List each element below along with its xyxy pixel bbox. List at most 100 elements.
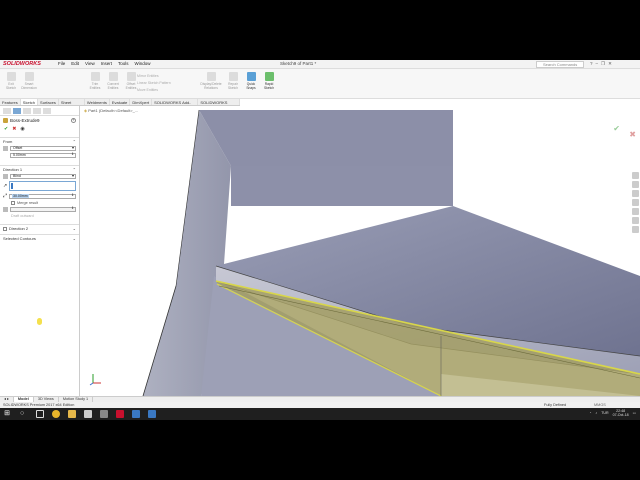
- selected-contours-header[interactable]: Selected Contours ⌄: [0, 234, 79, 242]
- mirror-entities-button[interactable]: Mirror Entities: [137, 74, 171, 78]
- tab-weldments[interactable]: Weldments: [85, 99, 110, 105]
- camera-icon[interactable]: [100, 410, 108, 418]
- tab-dimxpert[interactable]: DimXpert: [130, 99, 153, 105]
- property-manager-tab[interactable]: [13, 108, 21, 114]
- clock[interactable]: 22:48 07-Oct-18: [613, 409, 629, 417]
- language-indicator[interactable]: TUR: [601, 411, 608, 415]
- view-palette-icon[interactable]: [632, 208, 639, 215]
- repair-sketch-button[interactable]: Repair Sketch: [226, 72, 240, 94]
- rapid-sketch-button[interactable]: Rapid Sketch: [262, 72, 276, 94]
- pm-title-row: Boss-Extrude9 ?: [0, 116, 79, 125]
- display-manager-tab[interactable]: [43, 108, 51, 114]
- reverse-direction-icon[interactable]: [3, 174, 8, 179]
- app2-icon[interactable]: [148, 410, 156, 418]
- menu-view[interactable]: View: [85, 61, 95, 66]
- tab-sheet-metal[interactable]: Sheet Metal: [59, 99, 85, 112]
- menu-insert[interactable]: Insert: [101, 61, 112, 66]
- cancel-icon[interactable]: ✖: [12, 126, 16, 132]
- menu-tools[interactable]: Tools: [118, 61, 129, 66]
- tab-evaluate[interactable]: Evaluate: [110, 99, 131, 105]
- quick-snaps-icon: [246, 72, 256, 81]
- menu-window[interactable]: Window: [135, 61, 151, 66]
- windows-start-icon[interactable]: ⊞: [2, 409, 12, 419]
- smart-dimension-button[interactable]: Smart Dimension: [21, 72, 37, 94]
- draft-outward-checkbox[interactable]: Draft outward: [0, 213, 79, 219]
- app-icon[interactable]: [132, 410, 140, 418]
- from-section: From⌃ Offset 5.00mm: [0, 137, 79, 159]
- menu-edit[interactable]: Edit: [71, 61, 79, 66]
- feature-tree-tab[interactable]: [3, 108, 11, 114]
- feature-tree-flyout[interactable]: ◈ Part1 (Default<<Default>_...: [84, 108, 138, 113]
- restore-icon[interactable]: ❐: [601, 61, 605, 67]
- trim-entities-button[interactable]: Trim Entities: [88, 72, 102, 94]
- help-icon[interactable]: ?: [590, 61, 593, 67]
- home-icon[interactable]: [632, 172, 639, 179]
- tab-mbd[interactable]: SOLIDWORKS MBD: [198, 99, 240, 112]
- draft-icon[interactable]: [3, 207, 8, 212]
- store-icon[interactable]: [84, 410, 92, 418]
- file-explorer-icon[interactable]: [68, 410, 76, 418]
- direction2-header[interactable]: Direction 2 ⌄: [0, 224, 79, 232]
- pm-actions: ✔ ✖ ◉: [0, 125, 79, 133]
- relations-icon: [206, 72, 216, 81]
- network-icon[interactable]: ◔: [589, 411, 591, 415]
- offset-entities-button[interactable]: Offset Entities: [124, 72, 138, 94]
- preview-icon[interactable]: ◉: [20, 126, 24, 132]
- exit-sketch-icon: [6, 72, 16, 81]
- confirm-corner-cancel-icon[interactable]: ✖: [629, 130, 636, 139]
- confirm-corner-ok-icon[interactable]: ✔: [613, 124, 620, 133]
- draft-angle-input[interactable]: [10, 207, 76, 212]
- tab-features[interactable]: Features: [0, 99, 21, 105]
- offset-input[interactable]: 5.00mm: [10, 153, 76, 158]
- mouse-cursor-highlight: [37, 318, 42, 325]
- tab-addins[interactable]: SOLIDWORKS Add-Ins: [152, 99, 199, 112]
- search-icon[interactable]: ○: [20, 410, 28, 418]
- custom-properties-icon[interactable]: [632, 226, 639, 233]
- linear-pattern-button[interactable]: Linear Sketch Pattern: [137, 81, 171, 85]
- rapid-sketch-icon: [264, 72, 274, 81]
- direction1-header[interactable]: Direction 1 ⌃: [0, 165, 79, 173]
- draft-row: [0, 206, 79, 213]
- resources-icon[interactable]: [632, 181, 639, 188]
- close-icon[interactable]: ✕: [608, 61, 612, 67]
- volume-icon[interactable]: ♪: [595, 411, 597, 415]
- depth-input[interactable]: 30.00mm: [9, 193, 76, 199]
- quick-snaps-button[interactable]: Quick Snaps: [244, 72, 258, 94]
- ok-icon[interactable]: ✔: [4, 126, 8, 132]
- display-relations-button[interactable]: Display/Delete Relations: [200, 72, 222, 94]
- direction-selection-box[interactable]: [9, 181, 76, 191]
- solidworks-icon[interactable]: [116, 410, 124, 418]
- command-tabs: Features Sketch Surfaces Sheet Metal Wel…: [0, 99, 240, 112]
- tab-sketch[interactable]: Sketch: [20, 99, 39, 105]
- notifications-icon[interactable]: ▭: [633, 411, 636, 415]
- appearances-icon[interactable]: [632, 217, 639, 224]
- search-commands-input[interactable]: Search Commands: [536, 61, 584, 68]
- end-condition-select[interactable]: Blind: [10, 174, 76, 179]
- move-entities-button[interactable]: Move Entities: [137, 88, 171, 92]
- menu-file[interactable]: File: [58, 61, 65, 66]
- minimize-icon[interactable]: –: [596, 61, 599, 67]
- help-icon[interactable]: ?: [71, 118, 76, 123]
- chrome-icon[interactable]: [52, 410, 60, 418]
- task-view-icon[interactable]: [36, 410, 44, 418]
- windows-taskbar: ⊞ ○ ◔ ♪ TUR 22:48 07-Oct-18 ▭: [0, 408, 640, 420]
- command-manager-ribbon: Exit Sketch Smart Dimension Trim Entitie…: [0, 69, 640, 99]
- solidworks-logo[interactable]: SOLIDWORKS: [3, 61, 53, 68]
- direction2-checkbox[interactable]: [3, 226, 7, 231]
- exit-sketch-button[interactable]: Exit Sketch: [4, 72, 18, 94]
- tab-surfaces[interactable]: Surfaces: [38, 99, 59, 105]
- design-library-icon[interactable]: [632, 190, 639, 197]
- document-title: Sketch9 of Part1 *: [280, 61, 317, 66]
- start-condition-select[interactable]: Offset: [10, 146, 76, 151]
- dimxpert-tab[interactable]: [33, 108, 41, 114]
- offset-icon: [126, 72, 136, 81]
- smart-dimension-icon: [24, 72, 34, 81]
- from-header[interactable]: From ⌃: [0, 137, 79, 145]
- convert-icon: [108, 72, 118, 81]
- convert-entities-button[interactable]: Convert Entities: [106, 72, 120, 94]
- file-explorer-icon[interactable]: [632, 199, 639, 206]
- ribbon-small-buttons: Mirror Entities Linear Sketch Pattern Mo…: [137, 74, 171, 92]
- graphics-area[interactable]: ◈ Part1 (Default<<Default>_... ⤢ ⌕ ↶ ◧ ◩…: [81, 106, 640, 396]
- direction-arrow-icon: ↗: [3, 183, 8, 189]
- config-manager-tab[interactable]: [23, 108, 31, 114]
